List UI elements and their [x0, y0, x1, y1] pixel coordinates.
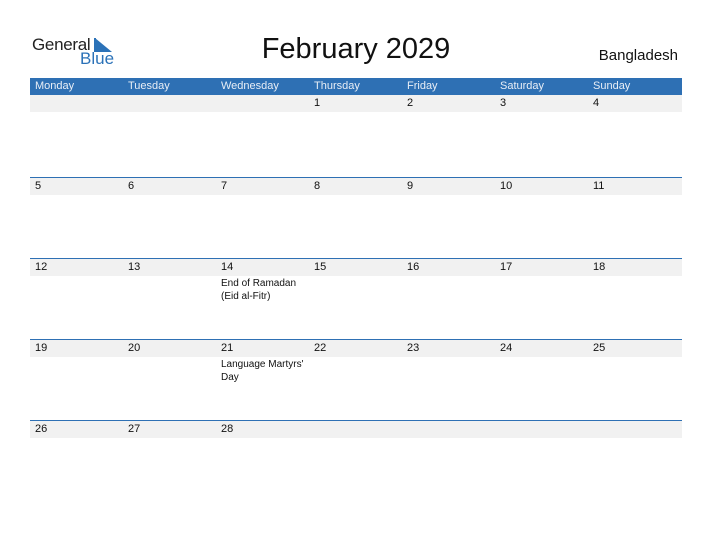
calendar-page: General Blue February 2029 Bangladesh Mo… [0, 0, 712, 550]
day-number: 22 [314, 342, 327, 354]
weekday-thursday: Thursday [314, 80, 360, 92]
holiday-event: Language Martyrs' Day [221, 359, 304, 383]
day-number: 15 [314, 261, 327, 273]
week-row: 19 20 21 Language Martyrs' Day 22 23 24 25 [30, 339, 682, 421]
week-row: 5 6 7 8 9 10 11 [30, 177, 682, 259]
day-number: 19 [35, 342, 48, 354]
weekday-saturday: Saturday [500, 80, 545, 92]
week-divider [30, 258, 682, 259]
day-number: 25 [593, 342, 606, 354]
day-number: 20 [128, 342, 141, 354]
day-number: 8 [314, 180, 321, 192]
day-number: 10 [500, 180, 513, 192]
week-divider [30, 177, 682, 178]
day-number: 1 [314, 97, 321, 109]
week-divider [30, 339, 682, 340]
country-label: Bangladesh [598, 47, 678, 64]
day-number: 13 [128, 261, 141, 273]
weekday-friday: Friday [407, 80, 438, 92]
day-number: 21 [221, 342, 234, 354]
day-number: 12 [35, 261, 48, 273]
day-number-strip [30, 95, 682, 112]
day-number: 2 [407, 97, 414, 109]
day-number: 17 [500, 261, 513, 273]
day-number: 23 [407, 342, 420, 354]
weekday-tuesday: Tuesday [128, 80, 170, 92]
day-number: 18 [593, 261, 606, 273]
weekday-header: Monday Tuesday Wednesday Thursday Friday… [30, 78, 682, 95]
day-number: 27 [128, 423, 141, 435]
week-divider [30, 420, 682, 421]
day-number: 11 [593, 180, 605, 192]
day-number: 14 [221, 261, 234, 273]
day-number: 4 [593, 97, 600, 109]
day-number: 26 [35, 423, 48, 435]
day-number: 6 [128, 180, 135, 192]
week-row: 1 2 3 4 [30, 95, 682, 176]
day-number: 5 [35, 180, 42, 192]
day-number: 3 [500, 97, 507, 109]
day-number: 28 [221, 423, 234, 435]
weekday-wednesday: Wednesday [221, 80, 279, 92]
holiday-event: End of Ramadan (Eid al-Fitr) [221, 278, 297, 302]
day-number: 24 [500, 342, 513, 354]
day-number: 9 [407, 180, 414, 192]
week-row: 12 13 14 End of Ramadan (Eid al-Fitr) 15 16 17… [30, 258, 682, 340]
day-number: 7 [221, 180, 228, 192]
day-number: 16 [407, 261, 420, 273]
weekday-monday: Monday [35, 80, 75, 92]
weekday-sunday: Sunday [593, 80, 631, 92]
week-row: 26 27 28 [30, 420, 682, 502]
